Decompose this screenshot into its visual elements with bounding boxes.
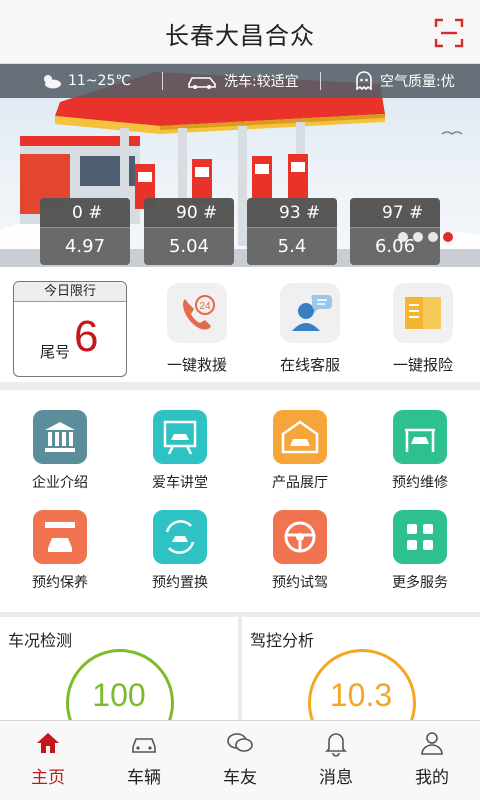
fuel-price: 4.97 — [40, 228, 130, 265]
service-company-intro[interactable]: 企业介绍 — [0, 410, 120, 510]
divider — [320, 72, 321, 90]
air-quality-text: 空气质量:优 — [380, 74, 455, 90]
service-label: 产品展厅 — [272, 475, 328, 491]
weather-info-bar: 11~25℃ 洗车:较适宜 空气质量:优 — [0, 64, 480, 98]
repair-icon — [393, 410, 447, 464]
nav-label: 车辆 — [127, 768, 161, 788]
rescue-24-icon: 24 — [167, 283, 227, 343]
service-trade-in-booking[interactable]: 预约置换 — [120, 510, 240, 610]
limit-number: 6 — [74, 312, 99, 361]
scan-icon[interactable] — [434, 18, 464, 48]
bell-icon — [325, 733, 347, 757]
weather-item: 11~25℃ — [40, 64, 131, 98]
nav-label: 消息 — [319, 768, 353, 788]
fuel-price-card: 93 # 5.4 — [247, 198, 337, 265]
home-icon — [37, 733, 59, 753]
carousel-dot[interactable] — [428, 232, 438, 242]
fuel-price: 5.4 — [247, 228, 337, 265]
fuel-price: 5.04 — [144, 228, 234, 265]
service-showroom[interactable]: 产品展厅 — [240, 410, 360, 510]
nav-label: 我的 — [415, 768, 449, 788]
trade-in-icon — [153, 510, 207, 564]
nav-profile[interactable]: 我的 — [384, 721, 480, 800]
service-maintenance-booking[interactable]: 预约保养 — [0, 510, 120, 610]
company-icon — [33, 410, 87, 464]
service-label: 预约试驾 — [272, 575, 328, 591]
service-label: 预约保养 — [32, 575, 88, 591]
insurance-report-button[interactable]: 一键报险 — [368, 283, 478, 379]
driving-analysis-card[interactable]: 驾控分析 10.3 — [242, 617, 480, 720]
nav-label: 主页 — [31, 768, 65, 788]
traffic-limit-card[interactable]: 今日限行 尾号 6 — [13, 281, 127, 377]
nav-label: 车友 — [223, 768, 257, 788]
user-icon — [421, 732, 443, 755]
more-services-icon — [393, 510, 447, 564]
fuel-price-card: 90 # 5.04 — [144, 198, 234, 265]
car-wash-item: 洗车:较适宜 — [186, 64, 299, 98]
service-test-drive-booking[interactable]: 预约试驾 — [240, 510, 360, 610]
carousel-dot[interactable] — [398, 232, 408, 242]
service-label: 企业介绍 — [32, 475, 88, 491]
limit-title: 今日限行 — [14, 282, 126, 302]
fuel-price-card: 0 # 4.97 — [40, 198, 130, 265]
driving-analysis-score: 10.3 — [329, 677, 393, 713]
carousel-dot-active[interactable] — [443, 232, 453, 242]
nav-home[interactable]: 主页 — [0, 721, 96, 800]
services-grid: 企业介绍 爱车讲堂 产品展厅 预约维修 预约保养 预约置换 预约试驾 更多服务 — [0, 390, 480, 612]
nav-vehicle[interactable]: 车辆 — [96, 721, 192, 800]
fuel-price-banner[interactable]: 11~25℃ 洗车:较适宜 空气质量:优 0 # 4.97 90 # 5.04 … — [0, 64, 480, 267]
chat-icon — [227, 733, 253, 752]
service-label: 预约维修 — [392, 475, 448, 491]
customer-service-icon — [280, 283, 340, 343]
cloud-sun-icon — [44, 75, 61, 89]
air-quality-icon — [356, 71, 372, 91]
insurance-report-label: 一键报险 — [392, 356, 453, 374]
limit-label: 尾号 — [40, 343, 71, 361]
analysis-section: 车况检测 100 驾控分析 10.3 — [0, 617, 480, 720]
service-label: 预约置换 — [152, 575, 208, 591]
rescue-label: 一键救援 — [166, 356, 227, 374]
vehicle-check-score: 100 — [92, 677, 146, 713]
insurance-report-icon — [393, 283, 453, 343]
showroom-icon — [273, 410, 327, 464]
divider — [162, 72, 163, 90]
svg-text:24: 24 — [199, 301, 211, 312]
fuel-grade: 97 # — [350, 198, 440, 228]
service-label: 更多服务 — [392, 575, 448, 591]
service-repair-booking[interactable]: 预约维修 — [360, 410, 480, 510]
car-wash-text: 洗车:较适宜 — [224, 74, 299, 90]
nav-messages[interactable]: 消息 — [288, 721, 384, 800]
online-service-button[interactable]: 在线客服 — [255, 283, 365, 379]
quick-actions-section: 今日限行 尾号 6 24 一键救援 在线客服 一键报险 — [0, 267, 480, 382]
rescue-button[interactable]: 24 一键救援 — [142, 283, 252, 379]
limit-body: 尾号 6 — [14, 302, 126, 376]
air-quality-item: 空气质量:优 — [354, 64, 455, 98]
fuel-grade: 90 # — [144, 198, 234, 228]
service-more[interactable]: 更多服务 — [360, 510, 480, 610]
maintenance-icon — [33, 510, 87, 564]
test-drive-icon — [273, 510, 327, 564]
fuel-grade: 93 # — [247, 198, 337, 228]
car-lecture-icon — [153, 410, 207, 464]
online-service-label: 在线客服 — [279, 356, 340, 374]
driving-analysis-title: 驾控分析 — [250, 631, 315, 650]
bottom-nav: 主页 车辆 车友 消息 我的 — [0, 720, 480, 800]
service-label: 爱车讲堂 — [152, 475, 208, 491]
car-wash-icon — [188, 77, 216, 89]
temperature-text: 11~25℃ — [68, 73, 132, 89]
service-car-lecture[interactable]: 爱车讲堂 — [120, 410, 240, 510]
carousel-dot[interactable] — [413, 232, 423, 242]
page-title: 长春大昌合众 — [165, 22, 315, 50]
carousel-indicator[interactable] — [398, 232, 453, 242]
fuel-grade: 0 # — [40, 198, 130, 228]
app-header: 长春大昌合众 — [0, 0, 480, 64]
car-icon — [132, 738, 156, 753]
nav-friends[interactable]: 车友 — [192, 721, 288, 800]
vehicle-check-title: 车况检测 — [8, 631, 73, 650]
vehicle-check-card[interactable]: 车况检测 100 — [0, 617, 238, 720]
